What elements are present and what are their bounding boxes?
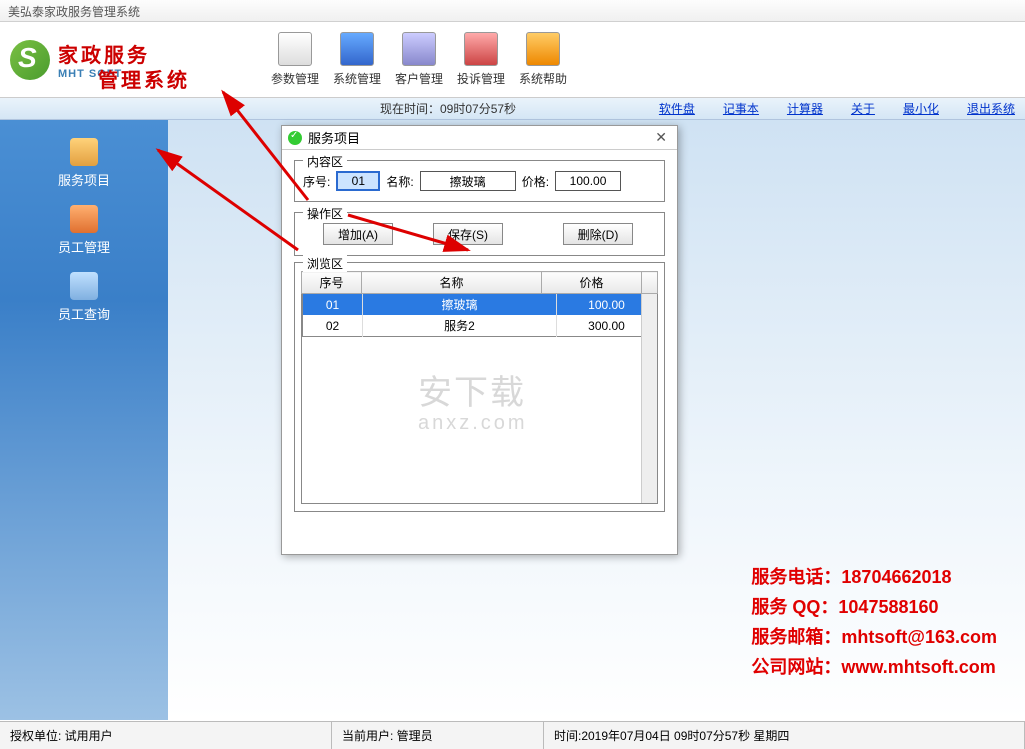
canvas: 服务项目 ✕ 内容区 序号: 名称: 价格: 操作区 增加(A) 保存( <box>168 120 1025 720</box>
service-dialog: 服务项目 ✕ 内容区 序号: 名称: 价格: 操作区 增加(A) 保存( <box>281 125 678 555</box>
contact-site: 公司网站：www.mhtsoft.com <box>751 652 997 682</box>
sidebar: 服务项目 员工管理 员工查询 <box>0 120 168 720</box>
status-bar: 授权单位: 试用用户 当前用户: 管理员 时间:2019年07月04日 09时0… <box>0 721 1025 749</box>
link-about[interactable]: 关于 <box>851 100 875 117</box>
clipboard-icon <box>278 32 312 66</box>
close-icon[interactable]: ✕ <box>651 129 671 146</box>
sidebar-item-staff-query[interactable]: 员工查询 <box>0 266 168 333</box>
toolbar-complaint-mgmt[interactable]: 投诉管理 <box>450 28 512 91</box>
data-table[interactable]: 序号 名称 价格 <box>301 271 658 294</box>
search-doc-icon <box>70 272 98 300</box>
sidebar-item-service[interactable]: 服务项目 <box>0 132 168 199</box>
table-row[interactable]: 01擦玻璃100.00 <box>303 294 657 315</box>
link-notepad[interactable]: 记事本 <box>723 100 759 117</box>
house-icon <box>526 32 560 66</box>
price-input[interactable] <box>555 171 621 191</box>
contact-phone: 服务电话：18704662018 <box>751 562 997 592</box>
cabinet-icon <box>340 32 374 66</box>
header: 家政服务 MHT SOFT 管理系统 参数管理 系统管理 客户管理 投诉管理 系… <box>0 22 1025 98</box>
link-softdisk[interactable]: 软件盘 <box>659 100 695 117</box>
link-calc[interactable]: 计算器 <box>787 100 823 117</box>
window-titlebar: 美弘泰家政服务管理系统 <box>0 0 1025 22</box>
clipboard-icon <box>70 138 98 166</box>
toolbar-help[interactable]: 系统帮助 <box>512 28 574 91</box>
save-button[interactable]: 保存(S) <box>433 223 503 245</box>
col-xu[interactable]: 序号 <box>302 272 362 294</box>
status-time: 时间:2019年07月04日 09时07分57秒 星期四 <box>544 722 1025 749</box>
main-toolbar: 参数管理 系统管理 客户管理 投诉管理 系统帮助 <box>264 28 574 91</box>
xu-input[interactable] <box>336 171 380 191</box>
current-time: 现在时间：09时07分57秒 <box>380 100 516 117</box>
xu-label: 序号: <box>303 173 330 190</box>
scrollbar[interactable] <box>641 294 657 503</box>
monitor-icon <box>402 32 436 66</box>
window-title: 美弘泰家政服务管理系统 <box>8 5 140 19</box>
name-label: 名称: <box>386 173 413 190</box>
status-auth: 授权单位: 试用用户 <box>0 722 332 749</box>
table-row[interactable]: 02服务2300.00 <box>303 315 657 337</box>
toolbar-system-mgmt[interactable]: 系统管理 <box>326 28 388 91</box>
logo-icon <box>10 40 50 80</box>
name-input[interactable] <box>420 171 516 191</box>
link-bar: 现在时间：09时07分57秒 软件盘 记事本 计算器 关于 最小化 退出系统 <box>0 98 1025 120</box>
contact-info: 服务电话：18704662018 服务 QQ：1047588160 服务邮箱：m… <box>751 562 997 682</box>
col-price[interactable]: 价格 <box>542 272 642 294</box>
toolbar-customer-mgmt[interactable]: 客户管理 <box>388 28 450 91</box>
logo-line2: 管理系统 <box>98 64 190 93</box>
phone-icon <box>464 32 498 66</box>
sidebar-item-staff-mgmt[interactable]: 员工管理 <box>0 199 168 266</box>
dialog-titlebar[interactable]: 服务项目 ✕ <box>282 126 677 150</box>
check-icon <box>288 131 302 145</box>
link-exit[interactable]: 退出系统 <box>967 100 1015 117</box>
browse-fieldset: 浏览区 序号 名称 价格 01擦玻璃100.0002服务2300.00 <box>294 262 665 512</box>
col-name[interactable]: 名称 <box>362 272 542 294</box>
status-user: 当前用户: 管理员 <box>332 722 544 749</box>
ops-fieldset: 操作区 增加(A) 保存(S) 删除(D) <box>294 212 665 256</box>
contact-qq: 服务 QQ：1047588160 <box>751 592 997 622</box>
content-fieldset: 内容区 序号: 名称: 价格: <box>294 160 665 202</box>
contact-mail: 服务邮箱：mhtsoft@163.com <box>751 622 997 652</box>
add-button[interactable]: 增加(A) <box>323 223 393 245</box>
link-minimize[interactable]: 最小化 <box>903 100 939 117</box>
dialog-title: 服务项目 <box>308 128 360 147</box>
price-label: 价格: <box>522 173 549 190</box>
delete-button[interactable]: 删除(D) <box>563 223 633 245</box>
people-icon <box>70 205 98 233</box>
toolbar-param-mgmt[interactable]: 参数管理 <box>264 28 326 91</box>
